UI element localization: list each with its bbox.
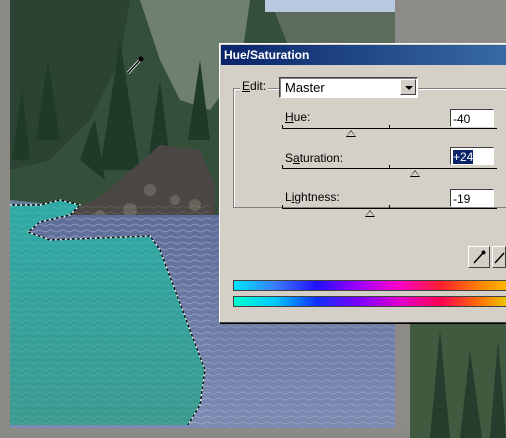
hue-tick-start	[282, 125, 283, 129]
eyedropper-plus-button[interactable]	[492, 246, 506, 268]
lightness-label: Lightness:	[285, 190, 340, 204]
edit-label: Edit:	[240, 79, 269, 93]
hue-input[interactable]: -40	[450, 109, 494, 127]
eyedropper-button[interactable]	[468, 246, 490, 268]
saturation-tick-start	[282, 165, 283, 169]
hue-slider-thumb[interactable]	[345, 130, 356, 137]
saturation-slider-thumb[interactable]	[410, 170, 421, 177]
lightness-slider-thumb[interactable]	[365, 210, 376, 217]
output-hue-spectrum-bar	[233, 296, 506, 307]
edit-channel-value: Master	[285, 80, 325, 95]
eyedropper-icon	[473, 250, 486, 264]
saturation-tick-mid	[389, 165, 390, 169]
edit-channel-select[interactable]: Master	[279, 77, 418, 98]
dropdown-arrow-icon[interactable]	[400, 79, 416, 95]
dialog-title: Hue/Saturation	[221, 45, 506, 65]
lightness-tick-mid	[389, 205, 390, 209]
input-hue-spectrum-bar	[233, 280, 506, 291]
eyedropper-plus-icon	[494, 252, 505, 264]
hue-tick-mid	[389, 125, 390, 129]
lightness-tick-start	[282, 205, 283, 209]
saturation-label: Saturation:	[285, 151, 344, 165]
saturation-input[interactable]: +24	[450, 147, 494, 165]
lightness-input[interactable]: -19	[450, 189, 494, 207]
hue-label: Hue:	[285, 110, 311, 124]
